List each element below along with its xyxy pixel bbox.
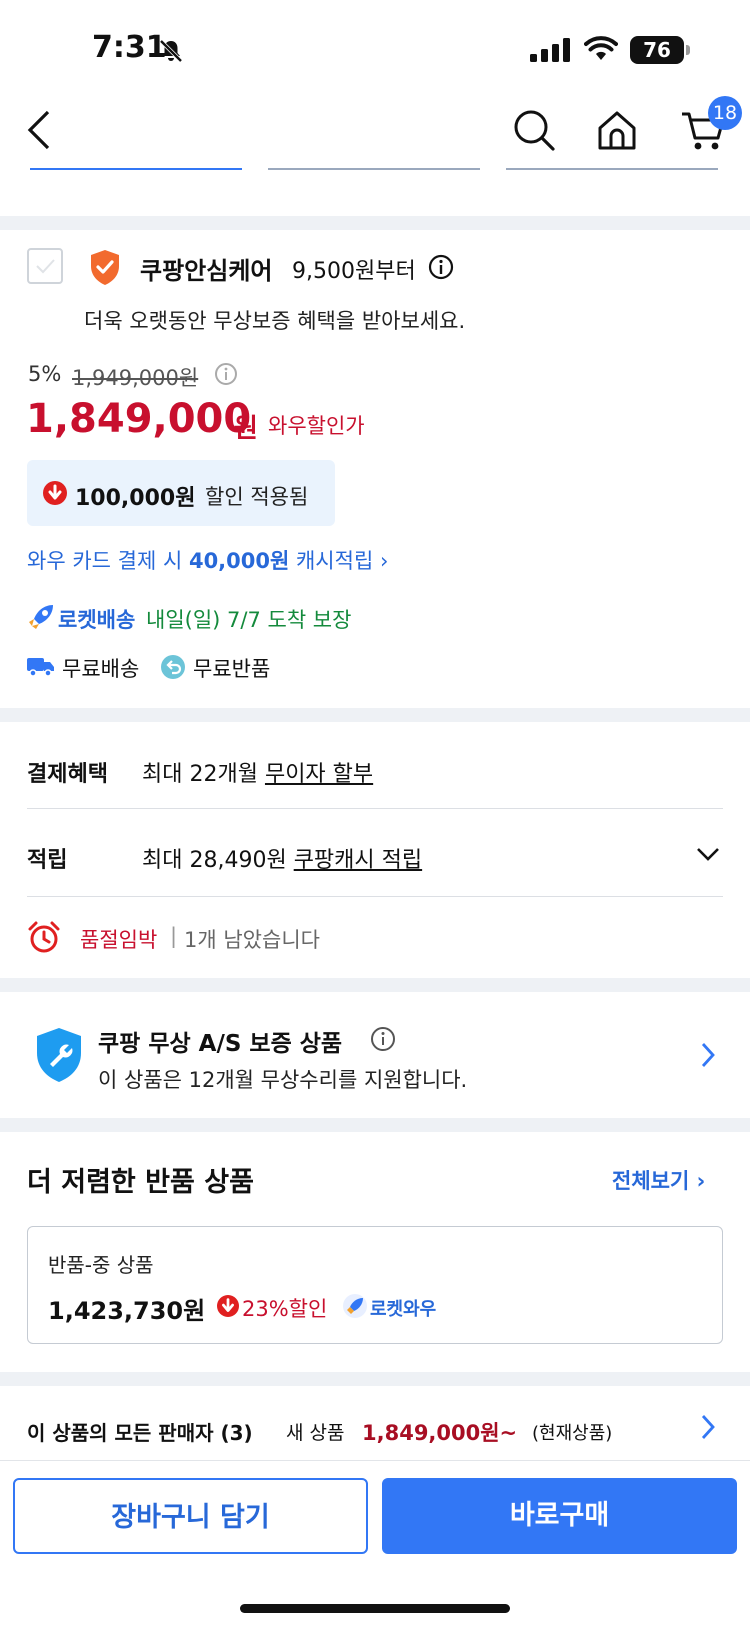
sale-price: 1,849,000 [26, 396, 252, 442]
delivery-eta: 내일(일) 7/7 도착 보장 [146, 608, 352, 632]
info-icon[interactable] [428, 254, 454, 280]
as-warranty-title: 쿠팡 무상 A/S 보증 상품 [98, 1031, 343, 1057]
top-nav [0, 100, 750, 170]
stock-status: 품절임박 [80, 928, 158, 952]
bell-muted-icon [159, 39, 183, 63]
wow-card-cash-link[interactable]: 와우 카드 결제 시 40,000원 캐시적립 › [27, 545, 388, 575]
status-time: 7:31 [92, 30, 167, 65]
stock-separator: | [170, 924, 178, 948]
section-divider [0, 216, 750, 230]
home-indicator [240, 1604, 510, 1613]
returns-heading: 더 저렴한 반품 상품 [27, 1167, 254, 1198]
free-return-label: 무료반품 [193, 657, 271, 681]
payment-benefit-prefix: 최대 22개월 [142, 762, 265, 787]
chevron-right-icon [701, 1043, 715, 1067]
installment-link[interactable]: 무이자 할부 [265, 762, 373, 787]
add-to-cart-button[interactable]: 장바구니 담기 [13, 1478, 368, 1554]
truck-icon [27, 658, 54, 677]
chevron-right-icon: › [379, 549, 389, 573]
bottom-bar-border [0, 1460, 750, 1461]
section-divider [0, 1118, 750, 1132]
section-divider [0, 1372, 750, 1386]
down-arrow-circle-icon [43, 481, 67, 505]
view-all-label: 전체보기 [612, 1169, 690, 1193]
down-arrow-circle-icon [217, 1295, 239, 1317]
return-icon [161, 655, 185, 679]
back-icon[interactable] [26, 108, 52, 152]
stock-remaining: 1개 남았습니다 [184, 928, 320, 952]
point-text: 최대 28,490원 쿠팡캐시 적립 [142, 842, 422, 874]
divider [27, 896, 723, 897]
original-price: 1,949,000원 [72, 366, 199, 390]
return-item-condition: 반품-중 상품 [48, 1253, 154, 1277]
card-cash-amount: 40,000원 [188, 549, 290, 573]
tab-underline-active [30, 164, 242, 170]
rocket-icon [29, 605, 53, 629]
return-item-discount: 23%할인 [242, 1297, 328, 1321]
point-prefix: 최대 28,490원 [142, 848, 294, 873]
status-bar: 7:31 76 [0, 0, 750, 100]
discount-rate: 5% [28, 362, 62, 386]
wifi-icon [584, 36, 618, 60]
buy-now-button[interactable]: 바로구매 [382, 1478, 737, 1554]
rocket-wow-label: 로켓와우 [370, 1299, 437, 1320]
signal-icon [530, 38, 570, 62]
chevron-right-icon [701, 1415, 715, 1439]
discount-amount: 100,000원 [75, 486, 196, 511]
shield-wrench-icon [37, 1028, 81, 1082]
discount-applied-box: 100,000원 할인 적용됨 [27, 460, 335, 526]
care-checkbox[interactable] [27, 248, 63, 284]
divider [27, 808, 723, 809]
chevron-right-icon: › [689, 1169, 706, 1193]
shield-check-icon [91, 250, 119, 285]
as-warranty-desc: 이 상품은 12개월 무상수리를 지원합니다. [98, 1068, 468, 1092]
care-price-from: 9,500원부터 [292, 259, 416, 284]
tab-underline [268, 164, 480, 170]
rocket-delivery-label: 로켓배송 [58, 608, 136, 632]
battery-indicator: 76 [630, 36, 690, 64]
free-shipping-label: 무료배송 [62, 657, 140, 681]
info-icon[interactable] [370, 1026, 396, 1052]
alarm-clock-icon [28, 921, 60, 953]
home-icon[interactable] [596, 108, 638, 152]
care-desc: 더욱 오랫동안 무상보증 혜택을 받아보세요. [84, 309, 466, 333]
payment-benefit-text: 최대 22개월 무이자 할부 [142, 756, 373, 788]
card-cash-prefix: 와우 카드 결제 시 [27, 549, 189, 573]
return-item-price: 1,423,730원 [48, 1297, 206, 1325]
discount-applied-label: 할인 적용됨 [205, 485, 309, 509]
cart-count-badge: 18 [708, 96, 742, 130]
point-label: 적립 [27, 848, 68, 873]
card-cash-suffix: 캐시적립 [289, 549, 374, 573]
current-item-label: (현재상품) [532, 1423, 613, 1444]
price-info-icon[interactable] [214, 362, 238, 386]
section-divider [0, 978, 750, 992]
as-warranty-row[interactable]: 쿠팡 무상 A/S 보증 상품 이 상품은 12개월 무상수리를 지원합니다. [0, 992, 750, 1118]
new-item-price: 1,849,000원~ [362, 1421, 518, 1445]
section-divider [0, 708, 750, 722]
sale-price-unit: 원 [234, 414, 258, 444]
all-sellers-row[interactable]: 이 상품의 모든 판매자 (3) 새 상품 1,849,000원~ (현재상품) [0, 1386, 750, 1462]
view-all-link[interactable]: 전체보기 › [612, 1165, 705, 1195]
coupang-cash-link[interactable]: 쿠팡캐시 적립 [294, 848, 422, 873]
wow-sale-tag: 와우할인가 [268, 414, 365, 438]
rocket-wow-icon [343, 1294, 367, 1318]
all-sellers-label: 이 상품의 모든 판매자 (3) [27, 1421, 253, 1445]
search-icon[interactable] [512, 108, 556, 152]
return-item-card[interactable]: 반품-중 상품 1,423,730원 23%할인 로켓와우 [27, 1226, 723, 1344]
care-title: 쿠팡안심케어 [140, 257, 273, 285]
new-item-label: 새 상품 [286, 1422, 345, 1444]
chevron-down-icon[interactable] [696, 846, 720, 862]
payment-benefit-label: 결제혜택 [27, 762, 108, 787]
tab-underline [506, 164, 718, 170]
